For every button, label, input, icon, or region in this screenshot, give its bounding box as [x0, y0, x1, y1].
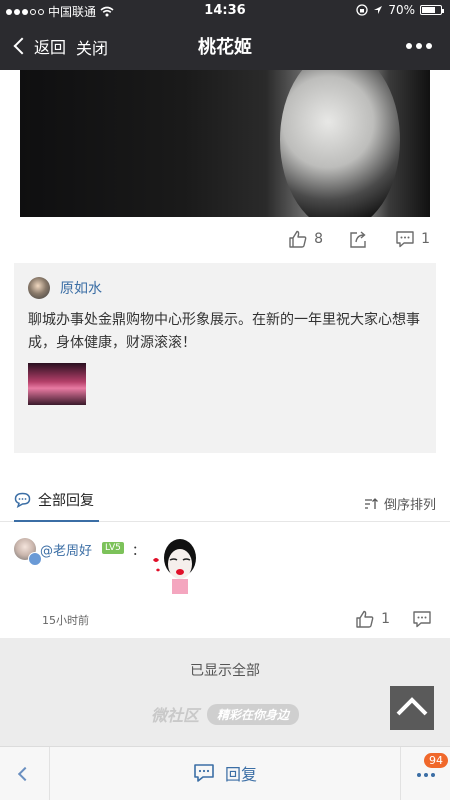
page-title: 桃花姬	[198, 37, 252, 58]
sort-button[interactable]: 倒序排列	[364, 494, 436, 513]
quote-author[interactable]: 原如水	[28, 277, 102, 299]
level-badge: LV5	[102, 542, 124, 554]
share-button[interactable]	[349, 230, 369, 248]
replies-header: 全部回复 倒序排列	[0, 490, 450, 522]
chevron-up-icon	[396, 697, 428, 716]
bottom-more-button[interactable]: 94	[400, 747, 450, 800]
nav-bar: 返回 关闭 桃花姬	[0, 22, 450, 70]
scroll-to-top-button[interactable]	[390, 686, 434, 730]
unread-badge: 94	[424, 753, 448, 768]
reply-actions: 1	[355, 610, 432, 628]
share-icon	[350, 231, 366, 248]
thumbs-up-icon	[289, 230, 307, 248]
reply-button[interactable]: 回复	[0, 761, 450, 785]
sort-icon	[364, 497, 378, 509]
quote-thumbnail[interactable]	[28, 363, 86, 405]
author-name[interactable]: 原如水	[60, 278, 102, 298]
more-menu-button[interactable]	[406, 43, 432, 49]
chat-bubble-icon	[14, 492, 31, 508]
sort-label: 倒序排列	[383, 498, 436, 513]
reply-label: 回复	[224, 765, 257, 784]
brand-name: 微社区	[150, 706, 199, 725]
location-icon	[374, 6, 383, 14]
quote-text: 聊城办事处金鼎购物中心形象展示。在新的一年里祝大家心想事成，身体健康，财源滚滚！	[28, 312, 420, 351]
reply-item: @老周好 LV5 ： 15小时前 1	[0, 534, 450, 638]
reply-like-button[interactable]: 1	[355, 610, 390, 628]
reply-author[interactable]: @老周好	[40, 540, 92, 559]
all-shown-label: 已显示全部	[190, 663, 260, 679]
status-bar: 中国联通 14:36 70%	[0, 0, 450, 22]
rotation-lock-icon	[356, 4, 368, 16]
status-right: 70%	[356, 3, 444, 17]
battery-percent: 70%	[388, 3, 415, 17]
footer-area: 已显示全部 微社区 精彩在你身边	[0, 638, 450, 746]
brand-tagline: 精彩在你身边	[207, 703, 300, 725]
comment-icon	[413, 611, 431, 628]
community-brand: 微社区 精彩在你身边	[0, 702, 450, 726]
like-button[interactable]: 8	[288, 230, 323, 248]
reply-like-count: 1	[381, 611, 390, 627]
tab-all-replies[interactable]: 全部回复	[14, 490, 99, 522]
avatar[interactable]	[14, 538, 42, 566]
more-dots-icon	[417, 773, 435, 777]
comment-count: 1	[421, 231, 430, 247]
comment-icon	[396, 231, 414, 248]
reply-comment-button[interactable]	[412, 610, 432, 628]
like-count: 8	[314, 231, 324, 247]
reply-colon: ：	[132, 544, 146, 559]
battery-icon	[420, 5, 444, 15]
sticker-image[interactable]	[150, 536, 206, 594]
bottom-bar: 回复 94	[0, 746, 450, 800]
reply-icon	[194, 764, 214, 782]
quoted-post-card[interactable]: 原如水 聊城办事处金鼎购物中心形象展示。在新的一年里祝大家心想事成，身体健康，财…	[14, 263, 436, 453]
thumbs-up-icon	[356, 610, 374, 628]
tab-label: 全部回复	[38, 493, 94, 509]
avatar[interactable]	[28, 277, 50, 299]
post-image[interactable]	[20, 70, 430, 217]
reply-timestamp: 15小时前	[42, 614, 89, 627]
post-actions: 8 1	[288, 230, 430, 248]
comment-button[interactable]: 1	[395, 230, 430, 248]
